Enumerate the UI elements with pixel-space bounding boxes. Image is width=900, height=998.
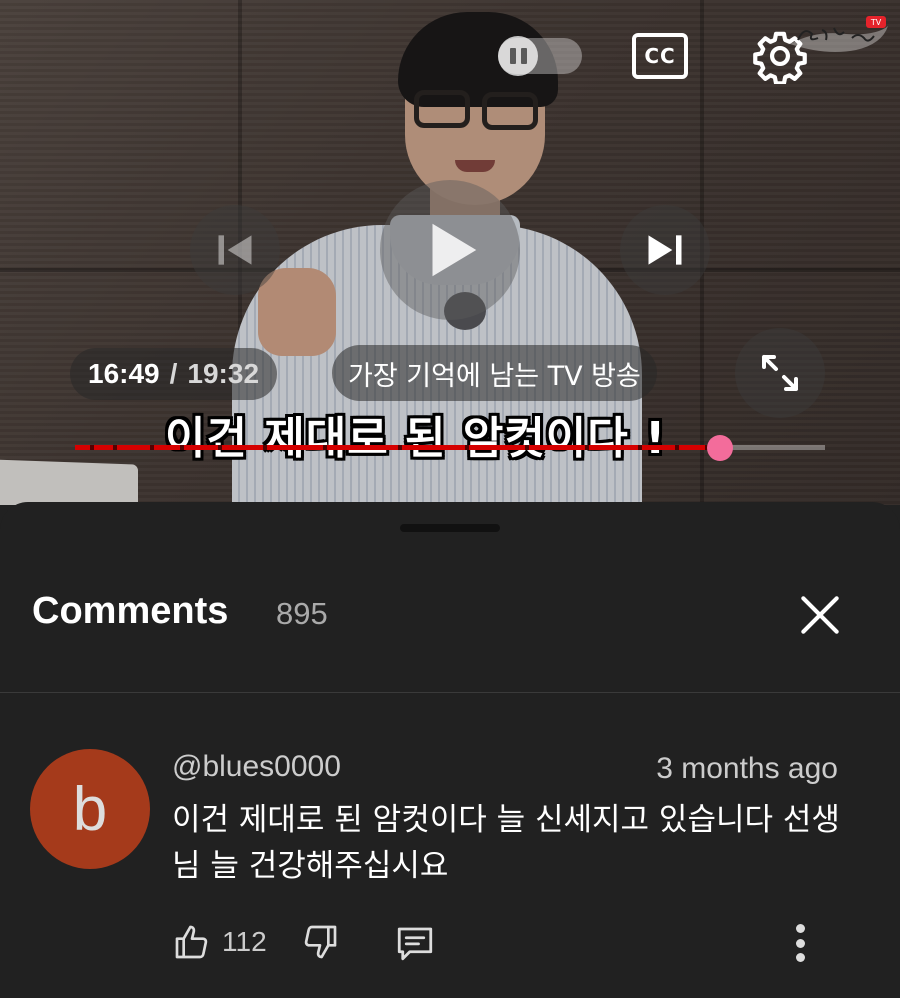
current-time: 16:49 bbox=[88, 358, 160, 389]
previous-button[interactable] bbox=[190, 205, 280, 295]
chapter-marker bbox=[465, 445, 469, 450]
play-icon bbox=[432, 223, 477, 277]
seek-bar-handle[interactable] bbox=[707, 435, 733, 461]
chapter-marker bbox=[525, 445, 529, 450]
chapter-marker bbox=[262, 445, 267, 450]
captions-button[interactable]: CC bbox=[632, 33, 688, 79]
close-comments-button[interactable] bbox=[795, 590, 845, 640]
svg-text:TV: TV bbox=[870, 18, 882, 27]
thumbs-down-icon bbox=[304, 925, 337, 959]
autoplay-toggle[interactable] bbox=[498, 36, 582, 76]
video-subtitle: 이건 제대로 된 암컷이다 ! bbox=[165, 413, 667, 464]
chapter-marker bbox=[217, 445, 222, 450]
chapter-marker bbox=[637, 445, 642, 450]
dislike-button[interactable] bbox=[300, 922, 340, 966]
fullscreen-button[interactable] bbox=[735, 328, 825, 418]
comments-title: Comments bbox=[32, 590, 229, 632]
chapter-title[interactable]: 가장 기억에 남는 TV 방송 bbox=[332, 345, 657, 401]
pause-icon bbox=[498, 36, 538, 76]
chapter-marker bbox=[322, 445, 327, 450]
chapter-marker bbox=[675, 445, 679, 450]
more-options-button[interactable] bbox=[780, 920, 820, 966]
more-vertical-icon-dot bbox=[795, 953, 805, 962]
reply-icon bbox=[397, 927, 433, 961]
chapter-marker bbox=[180, 445, 184, 450]
duration: 19:32 bbox=[187, 358, 260, 389]
avatar-letter: b bbox=[72, 774, 108, 844]
skip-next-icon bbox=[648, 235, 682, 265]
play-button[interactable] bbox=[380, 180, 520, 320]
chapter-marker bbox=[90, 445, 94, 450]
next-button[interactable] bbox=[620, 205, 710, 295]
time-separator: / bbox=[169, 358, 178, 389]
seek-bar[interactable] bbox=[75, 435, 825, 461]
captions-icon: CC bbox=[644, 44, 676, 68]
reply-button[interactable] bbox=[394, 922, 436, 968]
chapter-marker bbox=[397, 445, 402, 450]
drag-handle[interactable] bbox=[400, 524, 500, 532]
video-player[interactable]: CC TV 16:49 / 19:32 가장 기억에 남는 TV 방송 이건 제… bbox=[0, 0, 900, 505]
more-vertical-icon-dot bbox=[795, 938, 805, 948]
chapter-marker bbox=[150, 445, 154, 450]
close-icon bbox=[801, 596, 839, 634]
comment-author[interactable]: @blues0000 bbox=[172, 750, 341, 784]
divider bbox=[0, 692, 900, 693]
channel-watermark-logo: TV bbox=[790, 16, 888, 52]
comments-count: 895 bbox=[276, 596, 328, 631]
fullscreen-icon bbox=[762, 355, 798, 391]
more-vertical-icon bbox=[795, 924, 805, 933]
avatar[interactable]: b bbox=[30, 749, 150, 869]
thumbs-up-icon bbox=[175, 925, 208, 959]
skip-previous-icon bbox=[218, 235, 252, 265]
comments-panel: Comments 895 b @blues0000 3 months ago 이… bbox=[0, 502, 900, 998]
like-count: 112 bbox=[222, 926, 267, 957]
chapter-title-text: 가장 기억에 남는 TV 방송 bbox=[348, 360, 641, 392]
chapter-marker bbox=[585, 445, 589, 450]
like-button[interactable]: 112 bbox=[172, 922, 267, 962]
comment-timestamp: 3 months ago bbox=[656, 752, 838, 785]
comment-text: 이건 제대로 된 암컷이다 늘 신세지고 있습니다 선생님 늘 건강해주십시요 bbox=[172, 802, 840, 884]
chapter-marker bbox=[112, 445, 117, 450]
time-display[interactable]: 16:49 / 19:32 bbox=[70, 348, 278, 400]
